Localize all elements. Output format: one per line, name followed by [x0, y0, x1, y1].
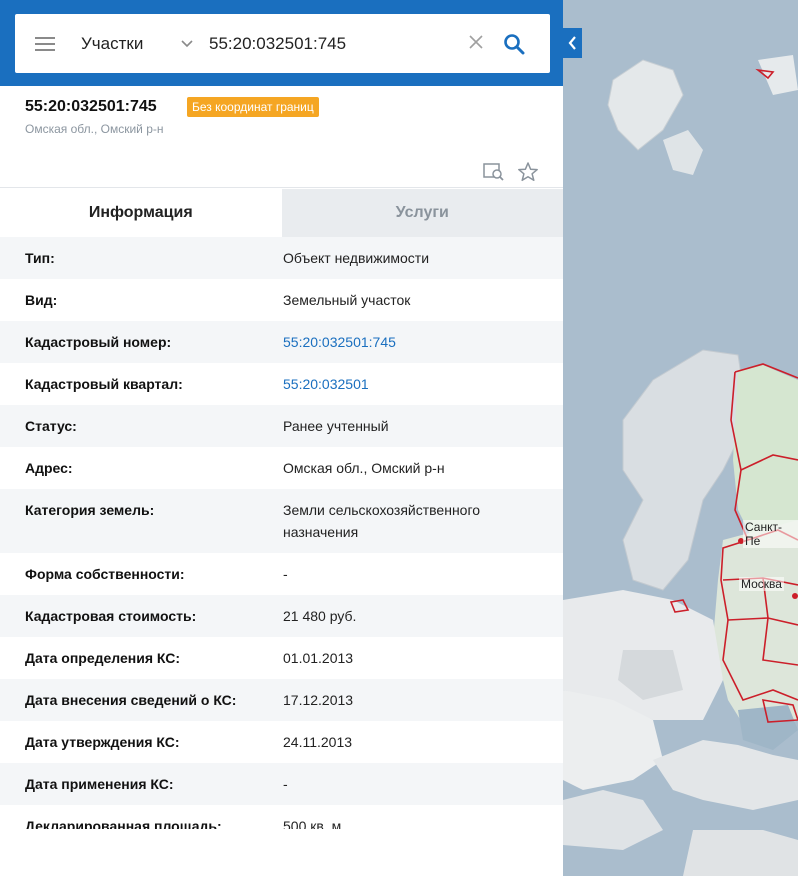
row-label: Кадастровая стоимость:: [25, 608, 197, 624]
row-label: Дата применения КС:: [25, 776, 174, 792]
row-label: Дата утверждения КС:: [25, 734, 180, 750]
chevron-down-icon[interactable]: [181, 37, 201, 51]
search-input[interactable]: [209, 33, 449, 54]
table-row: Дата применения КС: -: [0, 763, 563, 805]
chevron-left-icon[interactable]: [563, 28, 582, 58]
cadastral-number-link[interactable]: 55:20:032501:745: [283, 331, 543, 353]
zoom-to-icon[interactable]: [483, 162, 505, 187]
row-value: 500 кв. м: [283, 818, 342, 829]
search-icon[interactable]: [501, 31, 527, 57]
search-box: Участки: [15, 14, 550, 73]
row-value: -: [283, 776, 288, 792]
row-label: Статус:: [25, 418, 77, 434]
table-row: Тип: Объект недвижимости: [0, 237, 563, 279]
table-row: Декларированная площадь: 500 кв. м: [0, 805, 563, 829]
tab-services[interactable]: Услуги: [281, 189, 563, 237]
row-label: Дата внесения сведений о КС:: [25, 692, 237, 708]
row-label: Декларированная площадь:: [25, 818, 222, 829]
row-value: 24.11.2013: [283, 734, 353, 750]
row-label: Категория земель:: [25, 502, 155, 518]
star-icon[interactable]: [517, 162, 539, 187]
table-row: Категория земель: Земли сельскохозяйствен…: [0, 489, 563, 553]
search-type-select[interactable]: Участки: [81, 34, 171, 54]
row-value: 01.01.2013: [283, 650, 354, 666]
map-canvas: [563, 55, 798, 876]
info-panel: Участки 55:20:032501:745 Без координат г…: [0, 0, 563, 876]
table-row: Дата внесения сведений о КС: 17.12.2013: [0, 679, 563, 721]
object-tools: [483, 162, 539, 187]
table-row: Кадастровая стоимость: 21 480 руб.: [0, 595, 563, 637]
row-value: -: [283, 566, 288, 582]
table-row: Кадастровый номер: 55:20:032501:745: [0, 321, 563, 363]
row-label: Кадастровый квартал:: [25, 376, 183, 392]
tab-info[interactable]: Информация: [0, 189, 282, 237]
row-label: Форма собственности:: [25, 566, 185, 582]
map-label-spb: Санкт-Пе: [743, 520, 798, 548]
row-label: Кадастровый номер:: [25, 334, 172, 350]
row-value: Земли сельскохозяйственного назначения: [283, 502, 481, 540]
search-bar: Участки: [0, 0, 563, 86]
table-row: Дата утверждения КС: 24.11.2013: [0, 721, 563, 763]
row-value: 21 480 руб.: [283, 608, 357, 624]
row-value: 17.12.2013: [283, 692, 354, 708]
row-label: Вид:: [25, 292, 58, 308]
map-view[interactable]: Санкт-Пе Москва: [563, 0, 798, 876]
row-value: Земельный участок: [283, 292, 411, 308]
hamburger-icon[interactable]: [35, 36, 55, 51]
row-value: Омская обл., Омский р-н: [283, 460, 445, 476]
row-label: Адрес:: [25, 460, 73, 476]
row-label: Тип:: [25, 250, 55, 266]
map-label-moscow: Москва: [739, 577, 784, 591]
object-address: Омская обл., Омский р-н: [25, 122, 164, 136]
table-row: Дата определения КС: 01.01.2013: [0, 637, 563, 679]
info-table: Тип: Объект недвижимости Вид: Земельный уч…: [0, 237, 563, 829]
row-label: Дата определения КС:: [25, 650, 181, 666]
row-value: Ранее учтенный: [283, 418, 389, 434]
table-row: Адрес: Омская обл., Омский р-н: [0, 447, 563, 489]
close-icon[interactable]: [469, 32, 491, 55]
page-title: 55:20:032501:745: [25, 98, 157, 115]
object-header: 55:20:032501:745 Без координат границ Ом…: [0, 86, 563, 188]
row-value: Объект недвижимости: [283, 250, 430, 266]
table-row: Статус: Ранее учтенный: [0, 405, 563, 447]
table-row: Кадастровый квартал: 55:20:032501: [0, 363, 563, 405]
table-row: Форма собственности: -: [0, 553, 563, 595]
cadastral-quarter-link[interactable]: 55:20:032501: [283, 373, 543, 395]
table-row: Вид: Земельный участок: [0, 279, 563, 321]
status-badge: Без координат границ: [187, 97, 319, 117]
tabs: Информация Услуги: [0, 189, 563, 237]
